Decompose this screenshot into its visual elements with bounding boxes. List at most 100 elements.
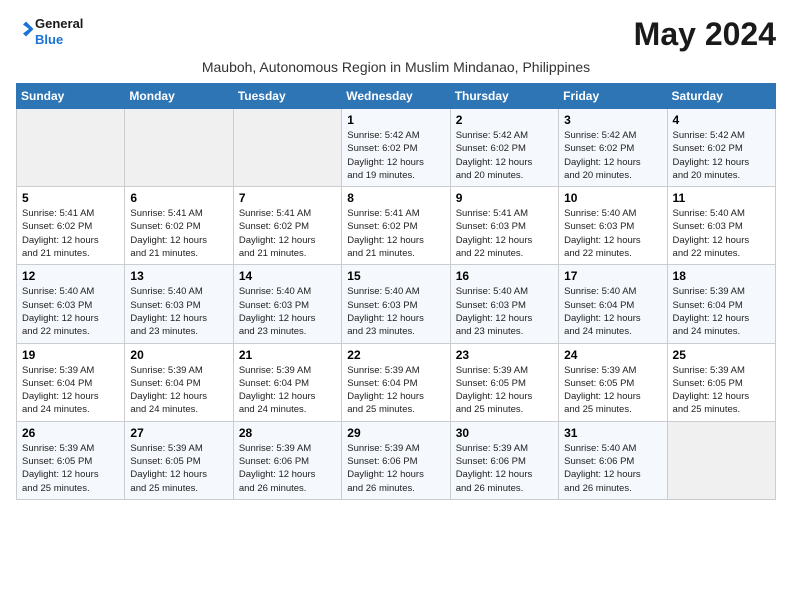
day-number: 17 <box>564 269 661 283</box>
weekday-header-wednesday: Wednesday <box>342 84 450 109</box>
calendar-cell: 12Sunrise: 5:40 AMSunset: 6:03 PMDayligh… <box>17 265 125 343</box>
day-number: 10 <box>564 191 661 205</box>
day-number: 26 <box>22 426 119 440</box>
calendar-cell <box>17 109 125 187</box>
calendar-cell <box>667 421 775 499</box>
day-number: 27 <box>130 426 227 440</box>
calendar-cell: 26 Sunrise: 5:39 AMSunset: 6:05 PMDayligh… <box>17 421 125 499</box>
logo-blue: Blue <box>35 32 83 48</box>
day-number: 4 <box>673 113 770 127</box>
day-number: 21 <box>239 348 336 362</box>
cell-info: Sunrise: 5:39 AMSunset: 6:04 PMDaylight:… <box>239 364 336 417</box>
cell-info: Sunrise: 5:41 AMSunset: 6:02 PMDaylight:… <box>130 207 227 260</box>
calendar-cell <box>233 109 341 187</box>
logo-general: General <box>35 16 83 31</box>
cell-info: Sunrise: 5:39 AMSunset: 6:04 PMDaylight:… <box>347 364 444 417</box>
cell-info: Sunrise: 5:39 AMSunset: 6:05 PMDaylight:… <box>22 442 119 495</box>
day-number: 6 <box>130 191 227 205</box>
logo: General Blue <box>16 16 83 47</box>
cell-info: Sunrise: 5:41 AMSunset: 6:02 PMDaylight:… <box>347 207 444 260</box>
cell-info: Sunrise: 5:40 AMSunset: 6:03 PMDaylight:… <box>130 285 227 338</box>
cell-info: Sunrise: 5:42 AMSunset: 6:02 PMDaylight:… <box>564 129 661 182</box>
calendar-cell: 25 Sunrise: 5:39 AMSunset: 6:05 PMDayligh… <box>667 343 775 421</box>
day-number: 15 <box>347 269 444 283</box>
cell-info: Sunrise: 5:39 AMSunset: 6:06 PMDaylight:… <box>456 442 553 495</box>
month-title: May 2024 <box>634 16 776 53</box>
location-title: Mauboh, Autonomous Region in Muslim Mind… <box>16 59 776 75</box>
calendar-cell: 8 Sunrise: 5:41 AMSunset: 6:02 PMDaylight… <box>342 187 450 265</box>
cell-info: Sunrise: 5:39 AMSunset: 6:05 PMDaylight:… <box>673 364 770 417</box>
calendar-cell: 6 Sunrise: 5:41 AMSunset: 6:02 PMDaylight… <box>125 187 233 265</box>
calendar-cell: 30 Sunrise: 5:39 AMSunset: 6:06 PMDayligh… <box>450 421 558 499</box>
weekday-header-saturday: Saturday <box>667 84 775 109</box>
cell-info: Sunrise: 5:42 AMSunset: 6:02 PMDaylight:… <box>673 129 770 182</box>
cell-info: Sunrise: 5:42 AMSunset: 6:02 PMDaylight:… <box>347 129 444 182</box>
calendar-cell: 20 Sunrise: 5:39 AMSunset: 6:04 PMDayligh… <box>125 343 233 421</box>
day-number: 13 <box>130 269 227 283</box>
day-number: 24 <box>564 348 661 362</box>
day-number: 22 <box>347 348 444 362</box>
day-number: 14 <box>239 269 336 283</box>
calendar-cell: 16Sunrise: 5:40 AMSunset: 6:03 PMDayligh… <box>450 265 558 343</box>
calendar-cell: 23Sunrise: 5:39 AMSunset: 6:05 PMDayligh… <box>450 343 558 421</box>
calendar-cell: 2 Sunrise: 5:42 AMSunset: 6:02 PMDaylight… <box>450 109 558 187</box>
calendar-cell: 5 Sunrise: 5:41 AMSunset: 6:02 PMDaylight… <box>17 187 125 265</box>
calendar-cell: 9 Sunrise: 5:41 AMSunset: 6:03 PMDaylight… <box>450 187 558 265</box>
calendar-cell: 29 Sunrise: 5:39 AMSunset: 6:06 PMDayligh… <box>342 421 450 499</box>
weekday-header-thursday: Thursday <box>450 84 558 109</box>
weekday-header-tuesday: Tuesday <box>233 84 341 109</box>
calendar-cell: 15 Sunrise: 5:40 AMSunset: 6:03 PMDayligh… <box>342 265 450 343</box>
cell-info: Sunrise: 5:39 AMSunset: 6:04 PMDaylight:… <box>130 364 227 417</box>
cell-info: Sunrise: 5:39 AMSunset: 6:06 PMDaylight:… <box>239 442 336 495</box>
day-number: 19 <box>22 348 119 362</box>
calendar-cell: 10 Sunrise: 5:40 AMSunset: 6:03 PMDayligh… <box>559 187 667 265</box>
day-number: 2 <box>456 113 553 127</box>
calendar-cell: 17 Sunrise: 5:40 AMSunset: 6:04 PMDayligh… <box>559 265 667 343</box>
cell-info: Sunrise: 5:39 AMSunset: 6:04 PMDaylight:… <box>22 364 119 417</box>
cell-info: Sunrise: 5:41 AMSunset: 6:02 PMDaylight:… <box>22 207 119 260</box>
calendar-cell: 31 Sunrise: 5:40 AMSunset: 6:06 PMDayligh… <box>559 421 667 499</box>
calendar-cell <box>125 109 233 187</box>
weekday-header-friday: Friday <box>559 84 667 109</box>
weekday-header-sunday: Sunday <box>17 84 125 109</box>
calendar-cell: 14 Sunrise: 5:40 AMSunset: 6:03 PMDayligh… <box>233 265 341 343</box>
day-number: 1 <box>347 113 444 127</box>
cell-info: Sunrise: 5:40 AMSunset: 6:03 PMDaylight:… <box>347 285 444 338</box>
cell-info: Sunrise: 5:40 AMSunset: 6:06 PMDaylight:… <box>564 442 661 495</box>
cell-info: Sunrise: 5:40 AMSunset: 6:03 PMDaylight:… <box>673 207 770 260</box>
cell-info: Sunrise: 5:42 AMSunset: 6:02 PMDaylight:… <box>456 129 553 182</box>
calendar-cell: 7Sunrise: 5:41 AMSunset: 6:02 PMDaylight… <box>233 187 341 265</box>
day-number: 31 <box>564 426 661 440</box>
calendar-cell: 27 Sunrise: 5:39 AMSunset: 6:05 PMDayligh… <box>125 421 233 499</box>
day-number: 30 <box>456 426 553 440</box>
calendar-cell: 19 Sunrise: 5:39 AMSunset: 6:04 PMDayligh… <box>17 343 125 421</box>
day-number: 5 <box>22 191 119 205</box>
calendar-cell: 11 Sunrise: 5:40 AMSunset: 6:03 PMDayligh… <box>667 187 775 265</box>
cell-info: Sunrise: 5:40 AMSunset: 6:03 PMDaylight:… <box>239 285 336 338</box>
weekday-header-monday: Monday <box>125 84 233 109</box>
cell-info: Sunrise: 5:39 AMSunset: 6:06 PMDaylight:… <box>347 442 444 495</box>
calendar-cell: 1 Sunrise: 5:42 AMSunset: 6:02 PMDaylight… <box>342 109 450 187</box>
day-number: 28 <box>239 426 336 440</box>
cell-info: Sunrise: 5:40 AMSunset: 6:03 PMDaylight:… <box>564 207 661 260</box>
cell-info: Sunrise: 5:39 AMSunset: 6:05 PMDaylight:… <box>130 442 227 495</box>
day-number: 20 <box>130 348 227 362</box>
day-number: 25 <box>673 348 770 362</box>
cell-info: Sunrise: 5:40 AMSunset: 6:03 PMDaylight:… <box>456 285 553 338</box>
cell-info: Sunrise: 5:39 AMSunset: 6:05 PMDaylight:… <box>564 364 661 417</box>
calendar-table: SundayMondayTuesdayWednesdayThursdayFrid… <box>16 83 776 500</box>
calendar-cell: 28 Sunrise: 5:39 AMSunset: 6:06 PMDayligh… <box>233 421 341 499</box>
day-number: 8 <box>347 191 444 205</box>
day-number: 29 <box>347 426 444 440</box>
day-number: 11 <box>673 191 770 205</box>
day-number: 7 <box>239 191 336 205</box>
cell-info: Sunrise: 5:40 AMSunset: 6:04 PMDaylight:… <box>564 285 661 338</box>
day-number: 9 <box>456 191 553 205</box>
calendar-cell: 4 Sunrise: 5:42 AMSunset: 6:02 PMDaylight… <box>667 109 775 187</box>
calendar-cell: 13 Sunrise: 5:40 AMSunset: 6:03 PMDayligh… <box>125 265 233 343</box>
day-number: 23 <box>456 348 553 362</box>
calendar-cell: 21 Sunrise: 5:39 AMSunset: 6:04 PMDayligh… <box>233 343 341 421</box>
day-number: 18 <box>673 269 770 283</box>
day-number: 3 <box>564 113 661 127</box>
cell-info: Sunrise: 5:41 AMSunset: 6:03 PMDaylight:… <box>456 207 553 260</box>
